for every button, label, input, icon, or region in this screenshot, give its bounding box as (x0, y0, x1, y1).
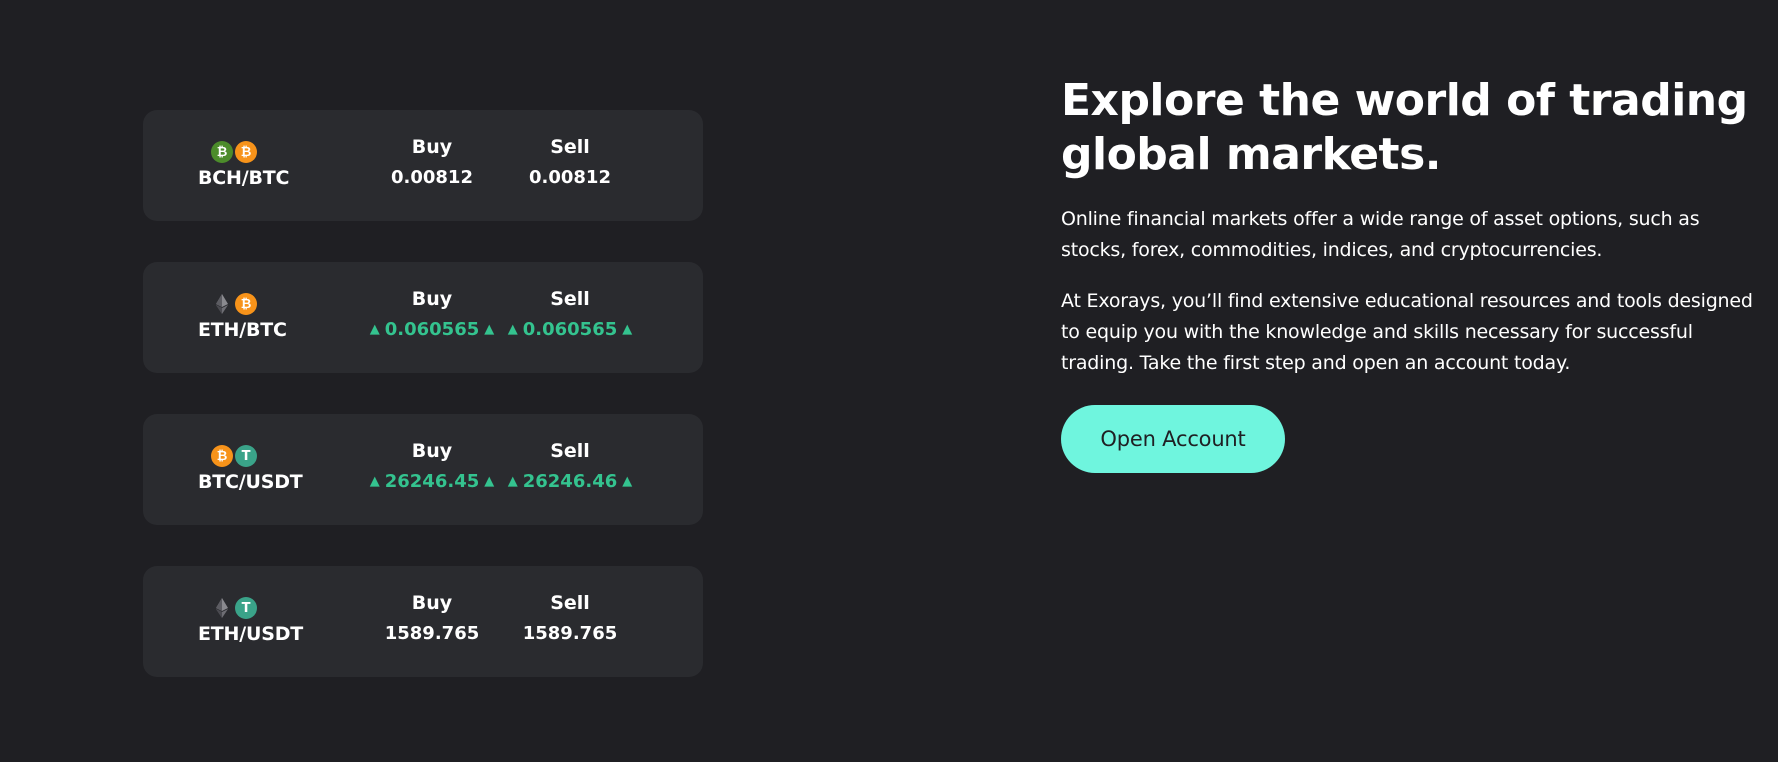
pair-icons: ₿ ₿ (211, 140, 338, 164)
pair-icons: T (211, 596, 338, 620)
pair-info: ₿ T BTC/USDT (198, 444, 338, 493)
hero-section: Explore the world of trading global mark… (1061, 74, 1761, 473)
market-card: ₿₿ BCH/BTC Buy ▲0.00812▲ Sell ▲0.00812▲ (143, 110, 703, 221)
sell-column: Sell ▲ 26246.46 ▲ (495, 440, 645, 492)
hero-headline: Explore the world of trading global mark… (1061, 74, 1761, 182)
sell-column: Sell ▲0.00812▲ (495, 136, 645, 188)
sell-column: Sell ▲1589.765▲ (495, 592, 645, 644)
btc-coin-icon: ₿ (235, 141, 257, 163)
price-up-arrow-icon: ▲ (484, 474, 495, 489)
market-card: T ETH/USDT Buy ▲1589.765▲ Sell ▲1589.765▲ (143, 566, 703, 677)
price-up-arrow-icon: ▲ (369, 474, 380, 489)
sell-price-value: 26246.46 (522, 471, 618, 492)
price-up-arrow-icon: ▲ (484, 322, 495, 337)
bch-coin-icon: ₿ (211, 141, 233, 163)
sell-price: ▲ 26246.46 ▲ (495, 471, 645, 492)
usdt-coin-icon: T (235, 597, 257, 619)
market-card: ₿ ETH/BTC Buy ▲ 0.060565 ▲ Sell ▲ 0.060565 ▲ (143, 262, 703, 373)
sell-label: Sell (550, 592, 590, 614)
pair-info: T ETH/USDT (198, 596, 338, 645)
sell-price-value: 0.00812 (529, 167, 611, 188)
open-account-button[interactable]: Open Account (1061, 405, 1285, 473)
buy-price: ▲1589.765▲ (357, 623, 507, 644)
buy-label: Buy (411, 440, 453, 462)
usdt-coin-icon: T (235, 445, 257, 467)
btc-coin-icon: ₿ (211, 445, 233, 467)
buy-label: Buy (411, 288, 453, 310)
buy-price-value: 0.060565 (384, 319, 480, 340)
sell-price: ▲0.00812▲ (495, 167, 645, 188)
buy-price-value: 0.00812 (391, 167, 473, 188)
pair-name: BCH/BTC (198, 167, 290, 189)
sell-price-value: 0.060565 (522, 319, 618, 340)
pair-icons: ₿ T (211, 444, 338, 468)
pair-icons: ₿ (211, 292, 338, 316)
sell-label: Sell (550, 136, 590, 158)
hero-headline-line2: global markets. (1061, 129, 1442, 180)
price-up-arrow-icon: ▲ (369, 322, 380, 337)
buy-column: Buy ▲ 0.060565 ▲ (357, 288, 507, 340)
price-up-arrow-icon: ▲ (507, 322, 518, 337)
eth-coin-icon (211, 293, 233, 315)
hero-headline-line1: Explore the world of trading (1061, 75, 1748, 126)
buy-price: ▲ 26246.45 ▲ (357, 471, 507, 492)
market-card: ₿ T BTC/USDT Buy ▲ 26246.45 ▲ Sell ▲ 26246.46 ▲ (143, 414, 703, 525)
pair-name: BTC/USDT (198, 471, 303, 493)
buy-column: Buy ▲0.00812▲ (357, 136, 507, 188)
buy-price: ▲ 0.060565 ▲ (357, 319, 507, 340)
pair-info: ₿ ₿ BCH/BTC (198, 140, 338, 189)
btc-coin-icon: ₿ (235, 293, 257, 315)
pair-name: ETH/USDT (198, 623, 304, 645)
sell-price: ▲ 0.060565 ▲ (495, 319, 645, 340)
buy-price-value: 1589.765 (384, 623, 480, 644)
hero-paragraph-exorays: At Exorays, you’ll find extensive educat… (1061, 290, 1753, 374)
eth-coin-icon (211, 597, 233, 619)
buy-price: ▲0.00812▲ (357, 167, 507, 188)
sell-price-value: 1589.765 (522, 623, 618, 644)
buy-price-value: 26246.45 (384, 471, 480, 492)
sell-label: Sell (550, 440, 590, 462)
pair-info: ₿ ETH/BTC (198, 292, 338, 341)
buy-column: Buy ▲ 26246.45 ▲ (357, 440, 507, 492)
price-up-arrow-icon: ▲ (507, 474, 518, 489)
sell-price: ▲1589.765▲ (495, 623, 645, 644)
buy-label: Buy (411, 136, 453, 158)
price-up-arrow-icon: ▲ (622, 474, 633, 489)
sell-column: Sell ▲ 0.060565 ▲ (495, 288, 645, 340)
hero-paragraph-markets: Online financial markets offer a wide ra… (1061, 208, 1700, 261)
pair-name: ETH/BTC (198, 319, 287, 341)
buy-column: Buy ▲1589.765▲ (357, 592, 507, 644)
buy-label: Buy (411, 592, 453, 614)
sell-label: Sell (550, 288, 590, 310)
price-up-arrow-icon: ▲ (622, 322, 633, 337)
